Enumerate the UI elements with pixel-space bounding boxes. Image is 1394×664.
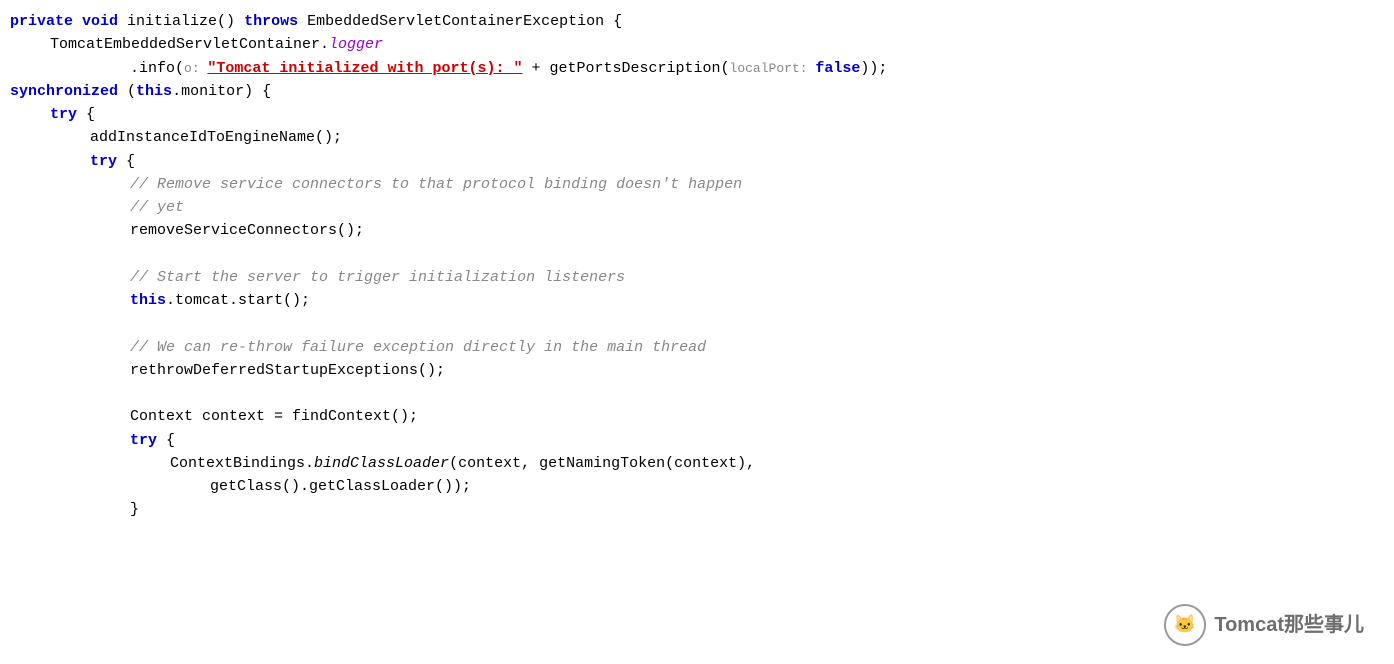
svg-text:🐱: 🐱: [1174, 614, 1196, 636]
monitor-ref: .monitor) {: [172, 80, 271, 103]
code-line-blank-2: [10, 312, 1394, 335]
tomcat-start: .tomcat.start();: [166, 289, 310, 312]
comment-remove-connectors: // Remove service connectors to that pro…: [130, 173, 742, 196]
keyword-try-1: try: [50, 103, 86, 126]
open-paren: (: [127, 80, 136, 103]
code-line-13: this.tomcat.start();: [10, 289, 1394, 312]
method-bindclassloader: bindClassLoader: [314, 452, 449, 475]
code-line-18: Context context = findContext();: [10, 405, 1394, 428]
keyword-synchronized: synchronized: [10, 80, 127, 103]
brace-close-inner: }: [130, 498, 139, 521]
watermark: 🐱 Tomcat那些事儿: [1164, 604, 1364, 646]
method-rethrow: rethrowDeferredStartupExceptions();: [130, 359, 445, 382]
comment-yet: // yet: [130, 196, 184, 219]
param-hint-localport: localPort:: [730, 59, 816, 79]
keyword-void: void: [82, 10, 127, 33]
code-line-4: synchronized (this.monitor) {: [10, 80, 1394, 103]
watermark-text: Tomcat那些事儿: [1214, 610, 1364, 641]
code-line-22: }: [10, 498, 1394, 521]
brace-open-2: {: [126, 150, 135, 173]
keyword-try-2: try: [90, 150, 126, 173]
context-bindings: ContextBindings.: [170, 452, 314, 475]
watermark-icon: 🐱: [1164, 604, 1206, 646]
code-line-16: rethrowDeferredStartupExceptions();: [10, 359, 1394, 382]
brace-open-1: {: [86, 103, 95, 126]
code-line-3: .info(o: "Tomcat initialized with port(s…: [10, 57, 1394, 80]
param-hint-o: o:: [184, 59, 207, 79]
method-call: .info(: [130, 57, 184, 80]
code-line-6: addInstanceIdToEngineName();: [10, 126, 1394, 149]
code-viewer: private void initialize() throws Embedde…: [0, 0, 1394, 664]
context-decl: Context context = findContext();: [130, 405, 418, 428]
code-line-7: try {: [10, 150, 1394, 173]
comment-rethrow: // We can re-throw failure exception dir…: [130, 336, 706, 359]
code-line-2: TomcatEmbeddedServletContainer.logger: [10, 33, 1394, 56]
code-line-19: try {: [10, 429, 1394, 452]
code-line-1: private void initialize() throws Embedde…: [10, 10, 1394, 33]
method-name: initialize(): [127, 10, 244, 33]
bind-args: (context, getNamingTok: [449, 452, 647, 475]
getclass-loader: getClass().getClassLoader());: [210, 475, 471, 498]
comment-start-server: // Start the server to trigger initializ…: [130, 266, 625, 289]
string-tomcat-init: "Tomcat initialized with port(s): ": [207, 57, 522, 80]
bind-args-2: en(context),: [647, 452, 755, 475]
code-line-21: getClass().getClassLoader());: [10, 475, 1394, 498]
method-addinstance: addInstanceIdToEngineName();: [90, 126, 342, 149]
keyword-try-3: try: [130, 429, 166, 452]
exception-name: EmbeddedServletContainerException {: [307, 10, 622, 33]
code-line-12: // Start the server to trigger initializ…: [10, 266, 1394, 289]
close-paren: ));: [860, 57, 887, 80]
keyword-private: private: [10, 10, 82, 33]
concat-op: + getPortsDescription(: [522, 57, 729, 80]
code-line-10: removeServiceConnectors();: [10, 219, 1394, 242]
code-line-5: try {: [10, 103, 1394, 126]
keyword-false: false: [815, 57, 860, 80]
class-ref: TomcatEmbeddedServletContainer.: [50, 33, 329, 56]
code-line-9: // yet: [10, 196, 1394, 219]
code-line-15: // We can re-throw failure exception dir…: [10, 336, 1394, 359]
keyword-this: this: [136, 80, 172, 103]
code-line-blank-1: [10, 243, 1394, 266]
method-remove-connectors: removeServiceConnectors();: [130, 219, 364, 242]
code-line-blank-3: [10, 382, 1394, 405]
brace-open-3: {: [166, 429, 175, 452]
field-logger: logger: [329, 33, 383, 56]
keyword-throws: throws: [244, 10, 307, 33]
code-line-20: ContextBindings.bindClassLoader(context,…: [10, 452, 1394, 475]
code-line-8: // Remove service connectors to that pro…: [10, 173, 1394, 196]
keyword-this-2: this: [130, 289, 166, 312]
